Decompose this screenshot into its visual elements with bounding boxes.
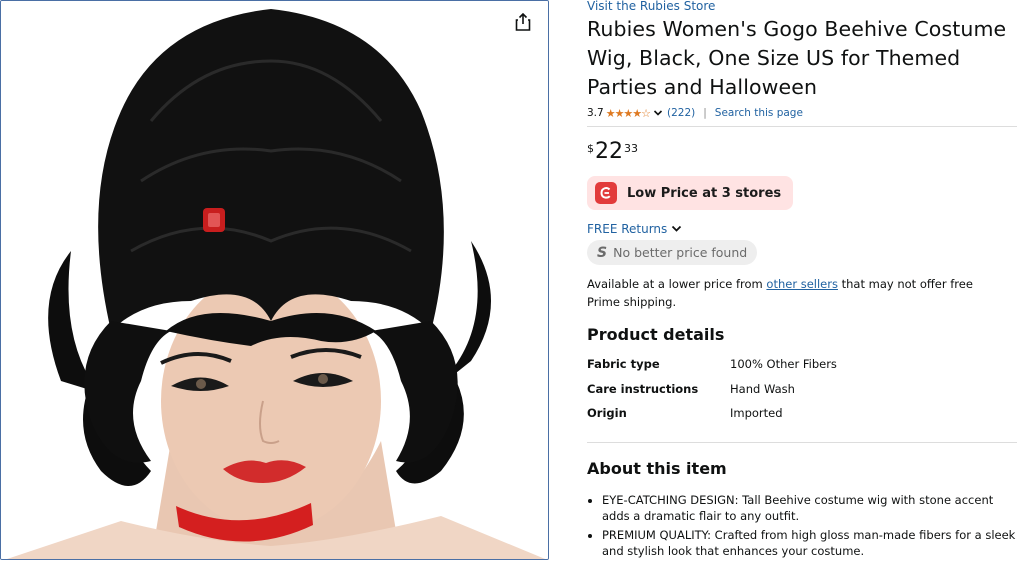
detail-value: Imported: [730, 406, 783, 421]
price-symbol: $: [587, 142, 594, 155]
share-icon: [515, 13, 531, 31]
separator: |: [703, 107, 707, 119]
about-heading: About this item: [587, 458, 727, 478]
low-price-badge[interactable]: Low Price at 3 stores: [587, 176, 794, 210]
availability-text-before: Available at a lower price from: [587, 277, 767, 291]
no-better-price-badge: S No better price found: [587, 240, 758, 265]
price: $ 22 33: [587, 139, 1017, 167]
price-fraction: 33: [624, 142, 638, 155]
low-price-label: Low Price at 3 stores: [627, 185, 782, 201]
chevron-down-icon[interactable]: [653, 108, 663, 118]
divider: [587, 441, 1017, 443]
coupon-logo-icon: [595, 182, 617, 204]
chevron-down-icon: [672, 225, 682, 232]
review-count-link[interactable]: (222): [667, 107, 695, 119]
table-row: Care instructions Hand Wash: [587, 377, 837, 402]
product-photo: [1, 1, 548, 559]
detail-value: Hand Wash: [730, 381, 795, 396]
s-logo-icon: S: [597, 244, 608, 261]
detail-value: 100% Other Fibers: [730, 357, 837, 372]
detail-key: Fabric type: [587, 357, 660, 372]
search-page-link[interactable]: Search this page: [715, 107, 803, 119]
rating-value: 3.7: [587, 107, 604, 119]
product-details-heading: Product details: [587, 325, 725, 344]
store-link[interactable]: Visit the Rubies Store: [587, 0, 1017, 13]
list-item: EYE-CATCHING DESIGN: Tall Beehive costum…: [602, 492, 1020, 525]
rating-row: 3.7 ★★★★☆ (222) | Search this page: [587, 106, 1017, 120]
table-row: Fabric type 100% Other Fibers: [587, 352, 837, 377]
price-whole: 22: [595, 139, 623, 164]
list-item: PREMIUM QUALITY: Crafted from high gloss…: [602, 527, 1020, 560]
free-returns[interactable]: FREE Returns: [587, 222, 1017, 236]
about-bullets: EYE-CATCHING DESIGN: Tall Beehive costum…: [587, 492, 1020, 560]
other-sellers-link[interactable]: other sellers: [766, 277, 838, 291]
table-row: Origin Imported: [587, 401, 837, 426]
free-returns-label: FREE Returns: [587, 222, 668, 236]
product-details-table: Fabric type 100% Other Fibers Care instr…: [587, 352, 837, 426]
no-better-price-label: No better price found: [613, 245, 748, 260]
detail-key: Origin: [587, 406, 627, 421]
product-info: Visit the Rubies Store Rubies Women's Go…: [587, 0, 1017, 562]
product-title: Rubies Women's Gogo Beehive Costume Wig,…: [587, 17, 1007, 99]
detail-key: Care instructions: [587, 381, 699, 396]
product-image-panel[interactable]: [0, 0, 549, 560]
divider: [587, 126, 1017, 127]
availability-note: Available at a lower price from other se…: [587, 275, 1007, 311]
share-button[interactable]: [512, 11, 534, 33]
rating-stars[interactable]: ★★★★☆: [606, 107, 651, 120]
